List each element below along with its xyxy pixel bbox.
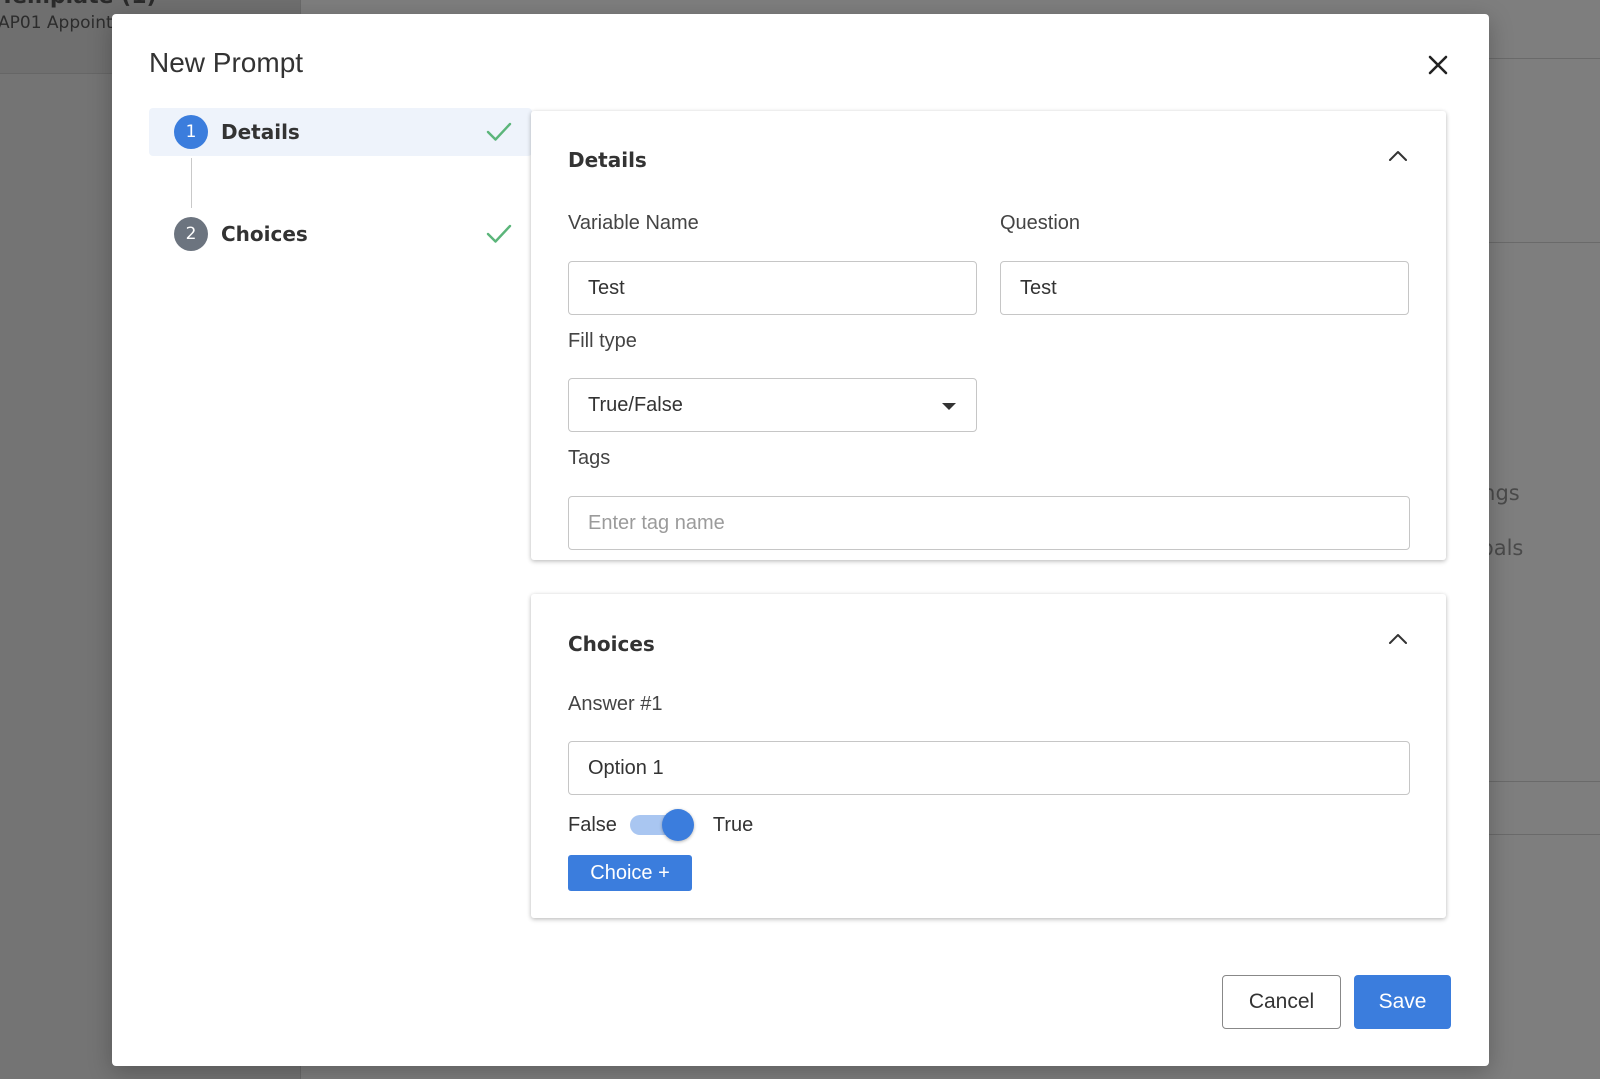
chevron-up-icon[interactable] (1387, 149, 1409, 163)
question-label: Question (1000, 212, 1081, 234)
step-number: 1 (174, 115, 208, 149)
section-title: Choices (568, 632, 655, 656)
cancel-button[interactable]: Cancel (1222, 975, 1341, 1029)
details-section: Details Variable Name Question Fill type… (531, 111, 1446, 560)
section-title: Details (568, 148, 647, 172)
step-choices[interactable]: 2 Choices (149, 210, 532, 258)
background-divider (1488, 834, 1600, 835)
caret-down-icon (942, 403, 956, 410)
variable-name-label: Variable Name (568, 212, 699, 234)
fill-type-label: Fill type (568, 330, 637, 352)
stepper: 1 Details 2 Choices (149, 108, 532, 258)
question-input[interactable] (1000, 261, 1409, 315)
tags-input[interactable] (568, 496, 1410, 550)
tags-label: Tags (568, 447, 611, 469)
fill-type-value: True/False (588, 393, 683, 416)
toggle-true-label: True (712, 813, 754, 836)
close-icon (1428, 55, 1448, 75)
background-template-title: Template (1) (0, 0, 157, 9)
close-button[interactable] (1423, 50, 1453, 80)
chevron-up-icon[interactable] (1387, 632, 1409, 646)
fill-type-select[interactable]: True/False (568, 378, 977, 432)
answer-label: Answer #1 (568, 693, 663, 715)
check-icon (486, 122, 512, 141)
background-divider (1488, 58, 1600, 59)
variable-name-input[interactable] (568, 261, 977, 315)
choices-section: Choices Answer #1 False True Choice + (531, 594, 1446, 918)
dialog-title: New Prompt (149, 47, 304, 78)
step-connector (191, 158, 192, 208)
background-divider (1488, 781, 1600, 782)
background-divider (1488, 242, 1600, 243)
true-false-toggle-row: False True (568, 808, 753, 842)
step-number: 2 (174, 217, 208, 251)
answer-input[interactable] (568, 741, 1410, 795)
new-prompt-dialog: New Prompt 1 Details 2 Choices Details V… (112, 14, 1489, 1066)
true-false-switch[interactable] (629, 808, 696, 842)
save-button[interactable]: Save (1354, 975, 1451, 1029)
switch-thumb (661, 809, 694, 841)
step-details[interactable]: 1 Details (149, 108, 532, 156)
add-choice-button[interactable]: Choice + (568, 855, 692, 891)
step-label: Details (221, 120, 300, 144)
step-label: Choices (221, 222, 308, 246)
toggle-false-label: False (568, 813, 617, 836)
check-icon (486, 224, 512, 243)
